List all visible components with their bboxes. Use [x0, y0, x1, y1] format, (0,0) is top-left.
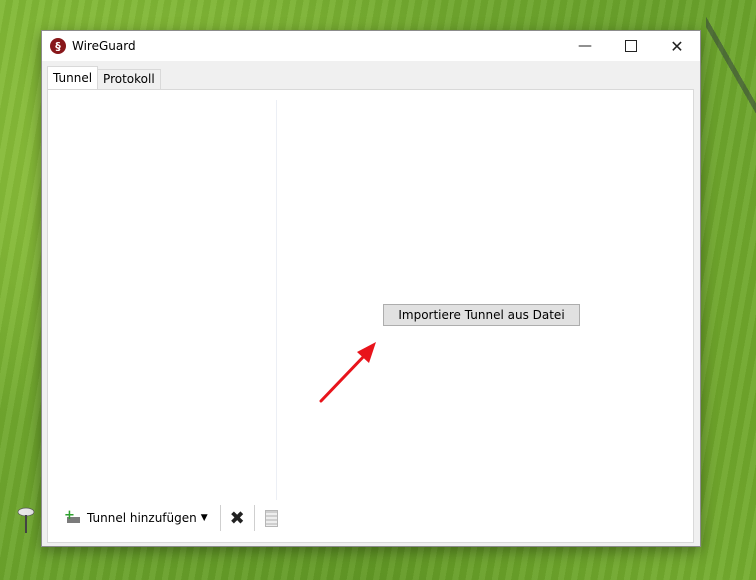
tunnel-tab-panel: Importiere Tunnel aus Datei + Tunnel hin…	[47, 89, 694, 543]
dropdown-arrow-icon[interactable]: ▼	[201, 513, 208, 523]
tab-protokoll[interactable]: Protokoll	[97, 69, 161, 89]
window-controls: — ✕	[562, 31, 700, 61]
add-tunnel-button[interactable]: + Tunnel hinzufügen ▼	[61, 506, 212, 530]
tab-strip: Tunnel Protokoll	[47, 66, 161, 89]
tab-tunnel[interactable]: Tunnel	[47, 66, 99, 89]
title-bar[interactable]: § WireGuard — ✕	[42, 31, 700, 61]
desktop-shortcut-icon[interactable]	[16, 506, 36, 536]
maximize-button[interactable]	[608, 31, 654, 61]
desktop-decoration	[706, 0, 756, 120]
tunnel-list[interactable]	[48, 90, 276, 542]
add-tunnel-label: Tunnel hinzufügen	[87, 511, 197, 525]
pane-splitter[interactable]	[276, 100, 277, 500]
import-tunnel-button[interactable]: Importiere Tunnel aus Datei	[383, 304, 580, 326]
toolbar-separator	[253, 505, 255, 531]
close-icon: ✕	[670, 36, 684, 56]
tunnel-toolbar: + Tunnel hinzufügen ▼ ✖	[61, 505, 278, 531]
delete-tunnel-icon[interactable]: ✖	[227, 508, 248, 529]
wireguard-logo-icon: §	[50, 38, 66, 54]
close-button[interactable]: ✕	[654, 31, 700, 61]
window-title: WireGuard	[72, 39, 136, 53]
wireguard-window: § WireGuard — ✕ Tunnel Protokoll Importi…	[41, 30, 701, 547]
add-tunnel-icon: +	[64, 509, 81, 526]
minimize-icon: —	[578, 38, 592, 54]
minimize-button[interactable]: —	[562, 31, 608, 61]
toolbar-separator	[219, 505, 221, 531]
export-zip-icon[interactable]	[264, 509, 278, 527]
maximize-icon	[625, 40, 637, 52]
